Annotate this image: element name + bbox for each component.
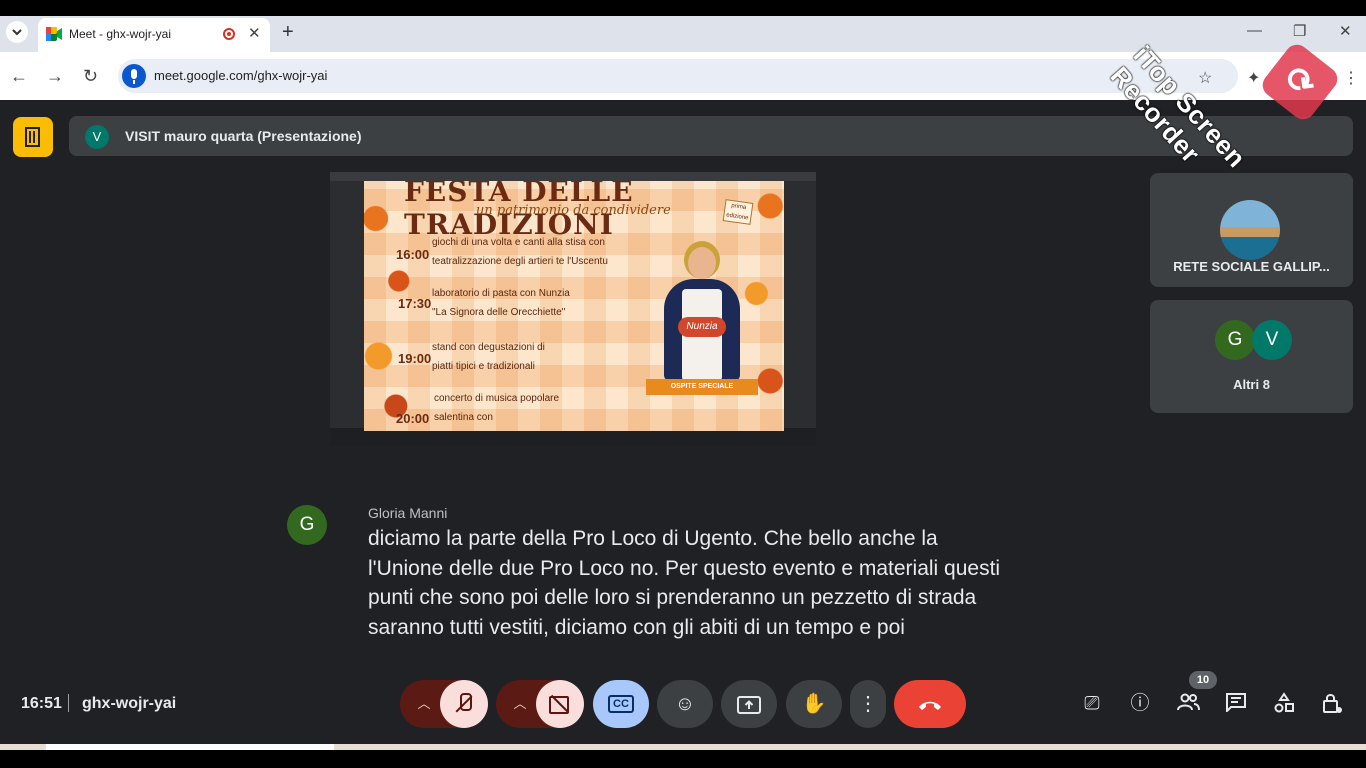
poster-stamp: prima edizione xyxy=(722,199,754,225)
present-screen-icon[interactable] xyxy=(721,680,777,728)
video-options-button[interactable]: ︿ xyxy=(510,692,530,716)
schedule-line: concerto di musica popolare xyxy=(434,393,560,404)
guest-apron-tag: Nunzia xyxy=(678,317,726,337)
audio-options-button[interactable]: ︿ xyxy=(414,692,434,716)
forward-icon[interactable]: → xyxy=(46,66,64,86)
captions-button[interactable]: CC xyxy=(593,680,649,728)
event-poster: FESTA DELLE TRADIZIONI un patrimonio da … xyxy=(364,181,784,431)
tab-meet[interactable]: Meet - ghx-wojr-yai ✕ xyxy=(38,18,270,52)
participants-count-badge: 10 xyxy=(1189,671,1217,689)
caption-line: l'Unione delle due Pro Loco no. Per ques… xyxy=(368,556,1001,580)
schedule-time: 16:00 xyxy=(396,247,430,262)
caption-line: diciamo la parte della Pro Loco di Ugent… xyxy=(368,527,938,550)
meeting-code: ghx-wojr-yai xyxy=(82,695,177,712)
tab-close-button[interactable]: ✕ xyxy=(248,24,261,42)
back-icon[interactable]: ← xyxy=(10,66,28,86)
info-icon[interactable]: ⓘ xyxy=(1128,692,1152,716)
desktop-taskbar-strip xyxy=(0,744,1366,750)
more-options-icon[interactable]: ⋮ xyxy=(850,680,886,728)
host-controls-icon[interactable] xyxy=(1320,692,1344,716)
speaker-name: Gloria Manni xyxy=(368,505,448,521)
extensions-icon[interactable]: ✦ xyxy=(1247,68,1260,88)
star-icon[interactable]: ☆ xyxy=(1198,68,1212,88)
minimize-button[interactable]: — xyxy=(1247,22,1262,39)
meeting-time: 16:51 xyxy=(21,695,62,712)
guest-photo: Nunzia xyxy=(656,241,748,381)
schedule-line: salentina con xyxy=(434,412,493,423)
schedule-line: laboratorio di pasta con Nunzia xyxy=(432,288,570,299)
raise-hand-icon[interactable]: ✋ xyxy=(786,680,842,728)
end-call-icon[interactable] xyxy=(894,680,966,728)
shared-window-toolbar xyxy=(330,172,816,181)
divider xyxy=(68,694,69,712)
caption-line: punti che sono poi delle loro si prender… xyxy=(368,586,977,609)
chevron-down-icon xyxy=(12,29,22,36)
meet-favicon-icon xyxy=(46,27,62,41)
url-text: meet.google.com/ghx-wojr-yai xyxy=(154,68,328,83)
recording-icon xyxy=(223,28,235,40)
camera-control-group: ︿ xyxy=(496,680,584,728)
presenter-avatar: V xyxy=(85,125,109,149)
speaker-avatar: G xyxy=(287,505,327,545)
chat-icon[interactable] xyxy=(1224,692,1248,716)
others-tile[interactable]: G V Altri 8 xyxy=(1150,300,1353,413)
address-bar[interactable]: meet.google.com/ghx-wojr-yai xyxy=(118,59,1238,93)
schedule-line: stand con degustazioni di xyxy=(432,342,545,353)
presentation-title: VISIT mauro quarta (Presentazione) xyxy=(125,128,362,144)
present-button[interactable] xyxy=(13,117,53,157)
schedule-time: 17:30 xyxy=(398,296,432,311)
present-icon xyxy=(25,127,40,147)
schedule-line: teatralizzazione degli artieri te l'Usce… xyxy=(432,256,608,267)
window-close-button[interactable]: ✕ xyxy=(1339,22,1352,40)
mic-control-group: ︿ xyxy=(400,680,488,728)
schedule-line: piatti tipici e tradizionali xyxy=(432,361,535,372)
camera-off-icon[interactable] xyxy=(536,680,584,728)
participant-name: RETE SOCIALE GALLIP... xyxy=(1173,259,1330,274)
reload-icon[interactable]: ↻ xyxy=(83,66,98,86)
tab-search-button[interactable] xyxy=(6,21,28,43)
restore-button[interactable]: ❐ xyxy=(1293,22,1306,40)
people-icon[interactable] xyxy=(1176,692,1200,716)
schedule-line: giochi di una volta e canti alla stisa c… xyxy=(432,237,605,248)
activities-icon[interactable] xyxy=(1272,692,1296,716)
guest-ribbon: OSPITE SPECIALE xyxy=(646,379,758,395)
voice-search-icon[interactable] xyxy=(122,64,146,88)
caption-line: saranno tutti vestiti, diciamo con gli a… xyxy=(368,615,905,639)
new-tab-button[interactable]: + xyxy=(282,21,294,43)
poster-subtitle: un patrimonio da condividere xyxy=(476,203,671,218)
captions-icon: CC xyxy=(608,695,634,714)
emoji-icon[interactable]: ☺ xyxy=(657,680,713,728)
mic-off-icon[interactable] xyxy=(440,680,488,728)
schedule-time: 20:00 xyxy=(396,411,430,426)
schedule-line: "La Signora delle Orecchiette" xyxy=(432,307,566,318)
avatar: V xyxy=(1252,320,1292,360)
schedule-time: 19:00 xyxy=(398,351,432,366)
avatar: G xyxy=(1215,320,1255,360)
menu-dots-icon[interactable]: ⋮ xyxy=(1343,68,1359,88)
no-presentation-icon[interactable]: ⎚ xyxy=(1080,692,1104,716)
tab-title: Meet - ghx-wojr-yai xyxy=(69,27,172,41)
caption-text: diciamo la parte della Pro Loco di Ugent… xyxy=(368,524,1108,642)
others-count-label: Altri 8 xyxy=(1233,377,1270,392)
